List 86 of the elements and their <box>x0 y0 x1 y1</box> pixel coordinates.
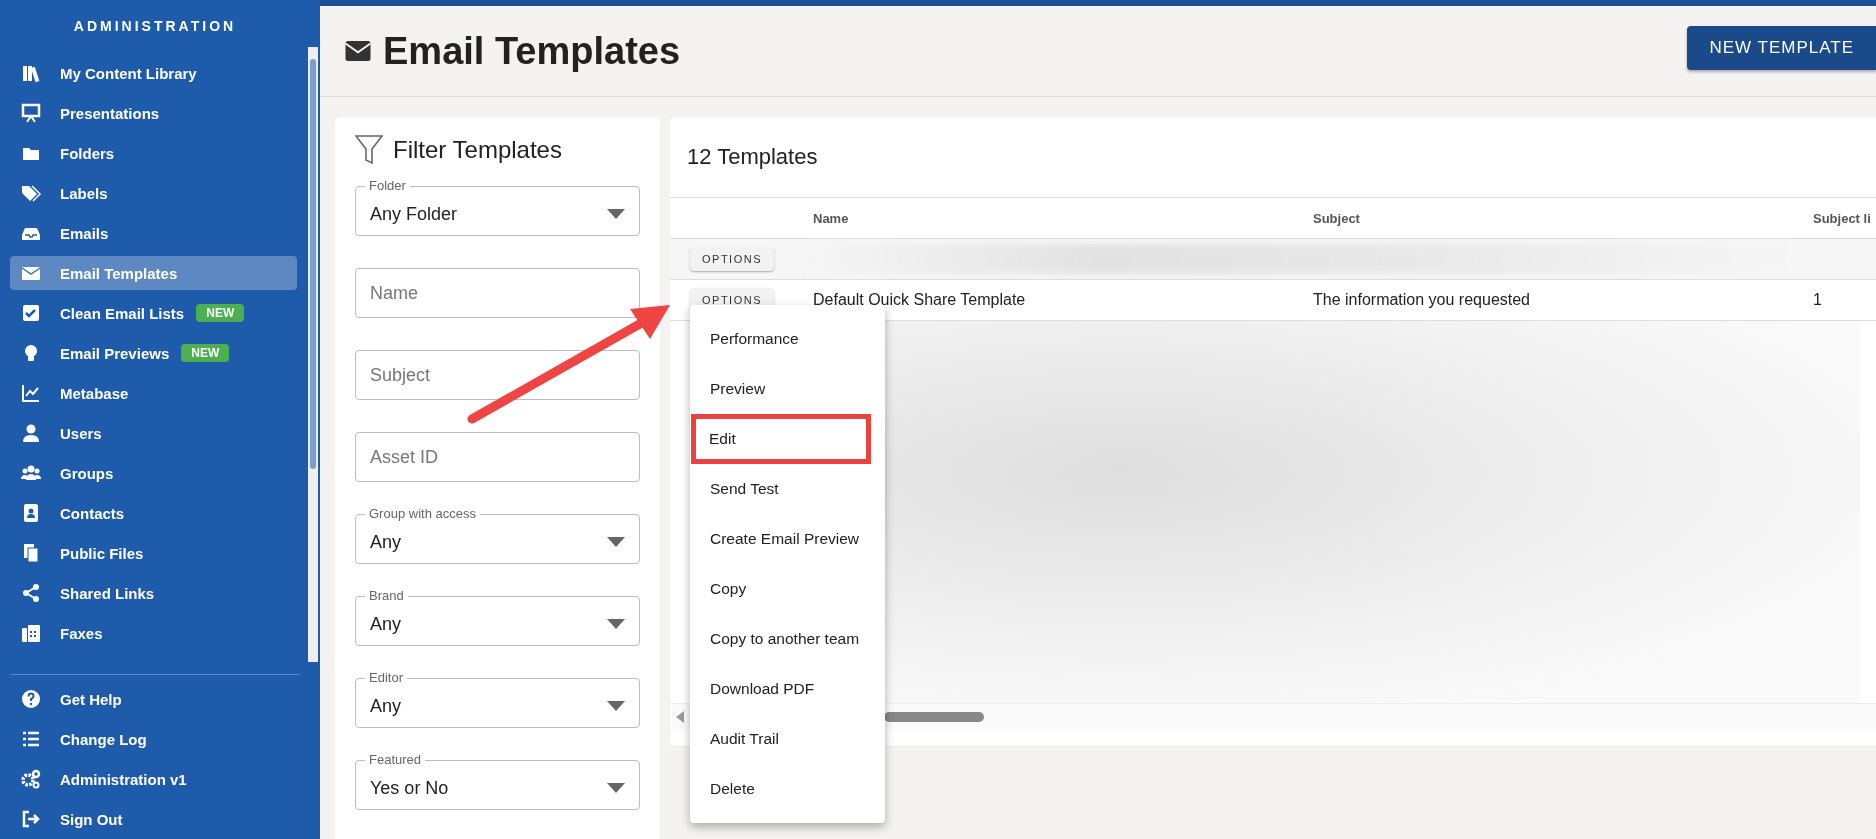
menu-item[interactable]: Copy <box>691 564 884 614</box>
sidebar-item[interactable]: Email Previews NEW <box>10 336 297 370</box>
books-icon <box>20 63 42 83</box>
column-header: Name <box>812 210 850 226</box>
sidebar-item-label: Email Templates <box>60 264 178 282</box>
list-icon <box>20 729 42 749</box>
table-cell-text: The information you requested <box>1312 291 1531 309</box>
sidebar-item[interactable]: Labels <box>10 176 297 210</box>
sidebar-item-label: Clean Email Lists <box>60 304 185 322</box>
sidebar-item-label: Sign Out <box>60 810 123 828</box>
menu-item[interactable]: Download PDF <box>691 664 884 714</box>
sidebar-item-label: Email Previews <box>60 344 170 362</box>
menu-item[interactable]: Delete <box>691 764 884 814</box>
sidebar-item[interactable]: Shared Links <box>10 576 297 610</box>
caret-icon <box>607 783 625 793</box>
sidebar-item-label: Contacts <box>60 504 125 522</box>
text-field[interactable]: Subject <box>355 350 640 400</box>
envelope-icon <box>345 41 371 61</box>
filter-title: Filter Templates <box>393 136 562 164</box>
sidebar-item[interactable]: Groups <box>10 456 297 490</box>
sidebar-item[interactable]: Presentations <box>10 96 297 130</box>
filter-icon <box>355 135 383 165</box>
users-icon <box>20 463 42 483</box>
sidebar-item[interactable]: Users <box>10 416 297 450</box>
share-icon <box>20 583 42 603</box>
sidebar-title: ADMINISTRATION <box>72 17 238 36</box>
sidebar-item-label: Presentations <box>60 104 160 122</box>
page-title: Email Templates <box>383 29 682 73</box>
sidebar-item[interactable]: Change Log <box>10 722 297 756</box>
sidebar-item-label: Get Help <box>60 690 122 708</box>
sign-out-icon <box>20 809 42 829</box>
new-template-button[interactable]: NEW TEMPLATE <box>1687 26 1876 70</box>
sidebar-item[interactable]: My Content Library <box>10 56 297 90</box>
column-header: Subject li <box>1812 210 1872 226</box>
caret-icon <box>607 619 625 629</box>
user-icon <box>20 423 42 443</box>
tags-icon <box>20 183 42 203</box>
sidebar-item-label: Change Log <box>60 730 147 748</box>
menu-item[interactable]: Preview <box>691 364 884 414</box>
help-icon <box>20 689 42 709</box>
fax-icon <box>20 623 42 643</box>
caret-icon <box>607 209 625 219</box>
table-title: 12 Templates <box>687 144 818 170</box>
sidebar-item-label: Folders <box>60 144 115 162</box>
caret-icon <box>607 701 625 711</box>
text-field[interactable]: Name <box>355 268 640 318</box>
menu-item[interactable]: Performance <box>691 314 884 364</box>
sidebar-item[interactable]: Administration v1 <box>10 762 297 796</box>
sidebar-item-label: Faxes <box>60 624 103 642</box>
sidebar-item-label: My Content Library <box>60 64 197 82</box>
sidebar-item[interactable]: Sign Out <box>10 802 297 836</box>
caret-icon <box>607 537 625 547</box>
options-button[interactable]: OPTIONS <box>690 247 774 271</box>
sidebar-item[interactable]: Get Help <box>10 682 297 716</box>
sidebar-item-label: Labels <box>60 184 108 202</box>
sidebar-item[interactable]: Contacts <box>10 496 297 530</box>
line-chart-icon <box>20 383 42 403</box>
menu-item[interactable]: Copy to another team <box>691 614 884 664</box>
gears-icon <box>20 769 42 789</box>
sidebar-item[interactable]: Metabase <box>10 376 297 410</box>
scrollbar[interactable] <box>308 47 318 662</box>
new-badge: NEW <box>181 344 230 362</box>
column-header: Subject <box>1312 210 1361 226</box>
easel-icon <box>20 103 42 123</box>
checkbox-icon <box>20 303 42 323</box>
sidebar-item-label: Shared Links <box>60 584 155 602</box>
sidebar-item-label: Administration v1 <box>60 770 187 788</box>
sidebar-item-label: Metabase <box>60 384 129 402</box>
sidebar-item[interactable]: Public Files <box>10 536 297 570</box>
sidebar-item-label: Groups <box>60 464 114 482</box>
sidebar-item[interactable]: Faxes <box>10 616 297 650</box>
sidebar-item[interactable]: Emails <box>10 216 297 250</box>
menu-item[interactable]: Audit Trail <box>691 714 884 764</box>
menu-item[interactable]: Create Email Preview <box>691 514 884 564</box>
sidebar-item-label: Emails <box>60 224 109 242</box>
menu-item[interactable]: Send Test <box>691 464 884 514</box>
sidebar-item[interactable]: Folders <box>10 136 297 170</box>
sidebar-item-label: Public Files <box>60 544 144 562</box>
text-field[interactable]: Asset ID <box>355 432 640 482</box>
sidebar-item[interactable]: Clean Email Lists NEW <box>10 296 297 330</box>
sidebar-item-label: Users <box>60 424 102 442</box>
table-cell-text: 1 <box>1812 291 1823 309</box>
sidebar-item[interactable]: Email Templates <box>10 256 297 290</box>
menu-item[interactable]: Edit <box>691 414 871 464</box>
new-badge: NEW <box>196 304 245 322</box>
table-cell-text: Default Quick Share Template <box>812 291 1027 309</box>
